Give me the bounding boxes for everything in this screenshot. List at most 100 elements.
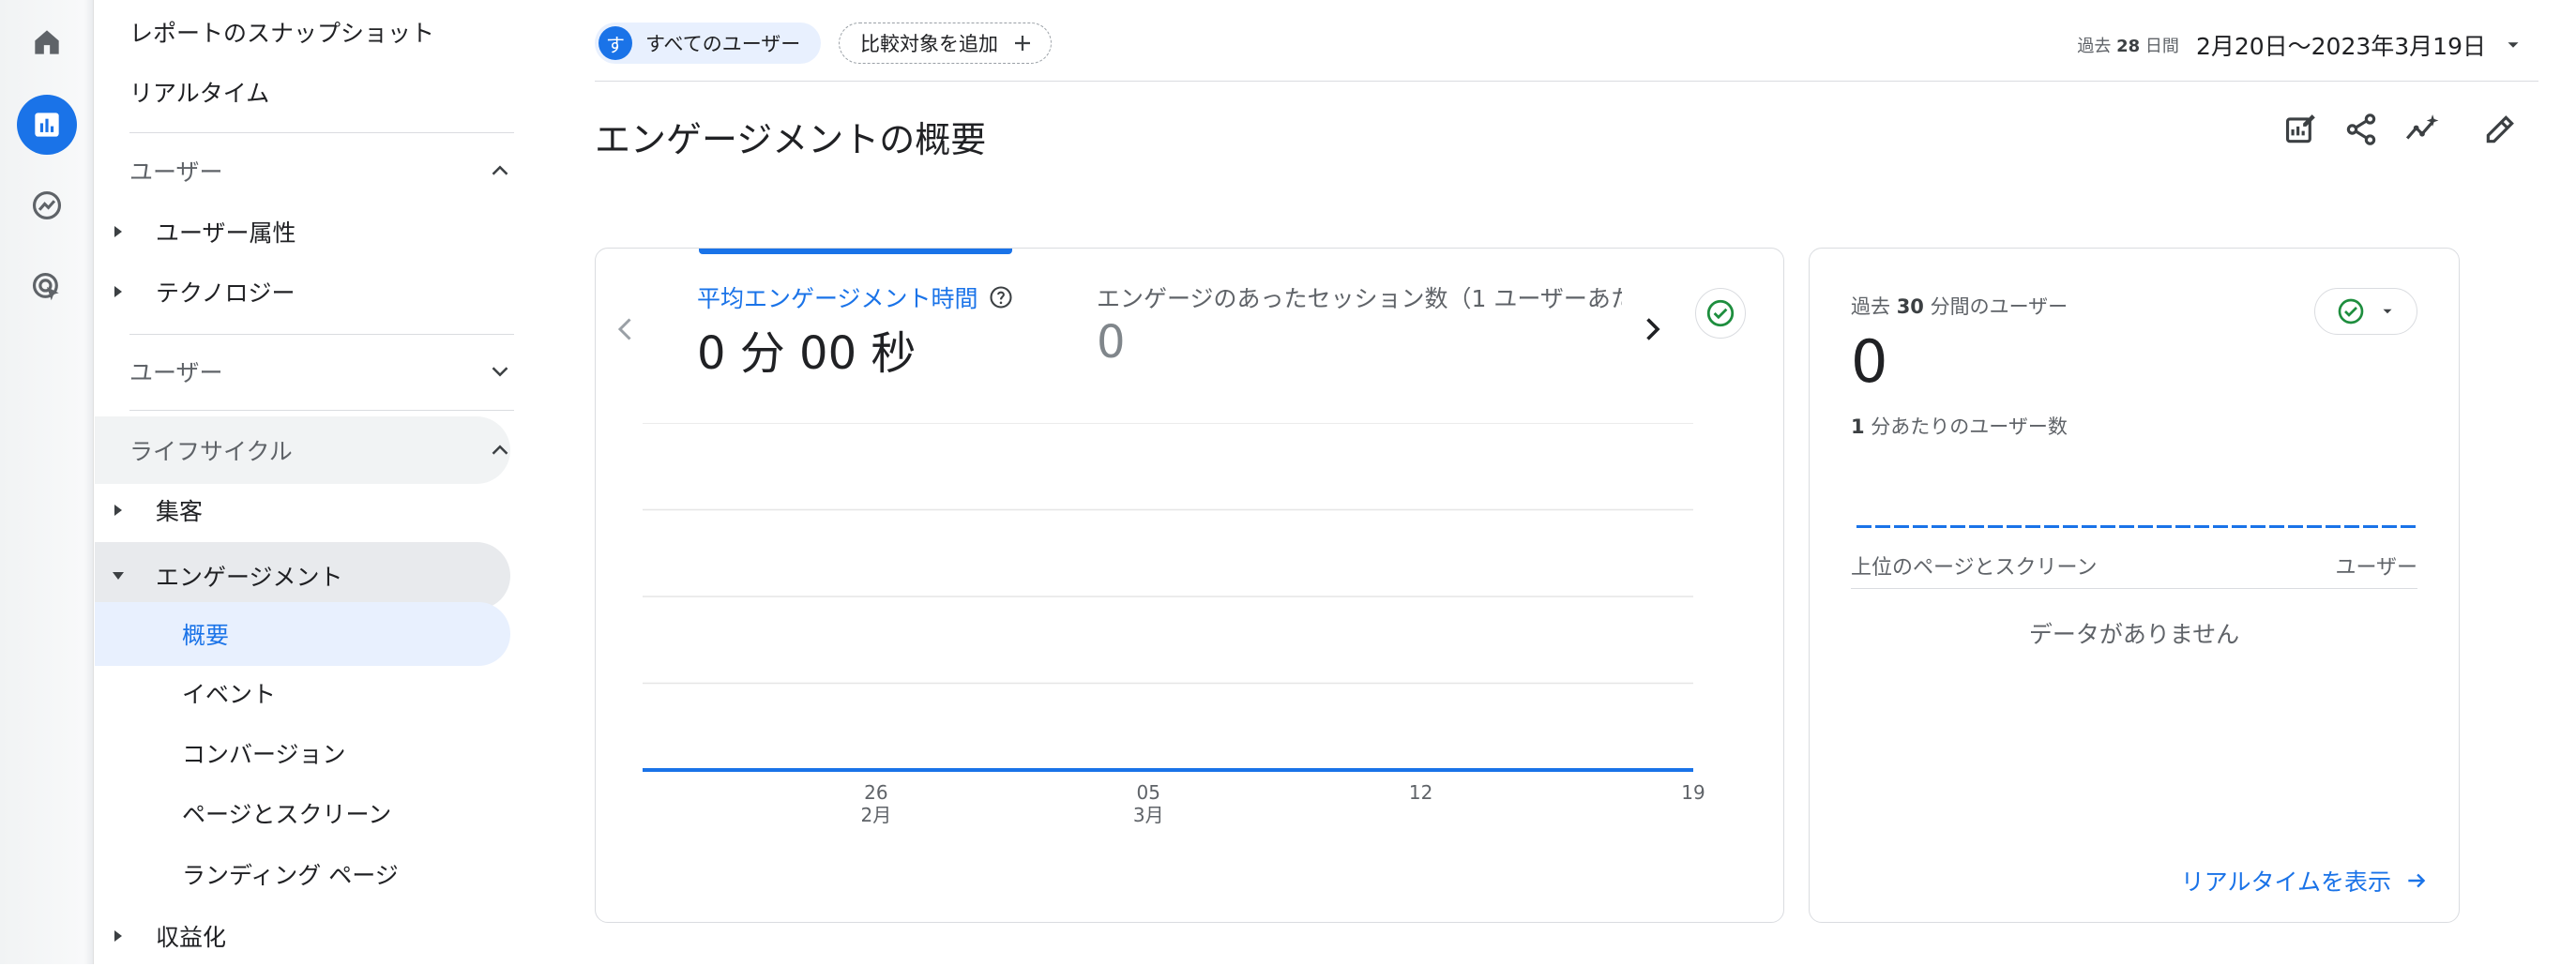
minute-bar xyxy=(1875,525,1890,528)
nav-monetization-label: 収益化 xyxy=(156,924,227,951)
nav-section-lifecycle[interactable]: ライフサイクル xyxy=(129,420,514,480)
nav-technology-label: テクノロジー xyxy=(156,279,295,307)
metric-avg-engagement-label: 平均エンゲージメント時間 xyxy=(697,285,978,312)
nav-section-user-2[interactable]: ユーザー xyxy=(129,341,514,401)
chevron-up-icon xyxy=(492,445,508,455)
x-tick: 05 3月 xyxy=(1132,781,1164,826)
nav-engagement-label: エンゲージメント xyxy=(156,564,343,591)
nav-pages-screens-label: ページとスクリーン xyxy=(182,801,392,828)
nav-realtime[interactable]: リアルタイム xyxy=(129,62,269,122)
chevron-down-icon xyxy=(492,367,508,377)
minute-bar xyxy=(2025,525,2040,528)
x-tick: 19 xyxy=(1681,781,1705,804)
nav-pages-screens[interactable]: ページとスクリーン xyxy=(182,783,391,843)
segment-chip[interactable]: す すべてのユーザー xyxy=(595,23,822,64)
minute-bar xyxy=(2382,525,2397,528)
chevron-right-icon[interactable] xyxy=(1635,312,1669,346)
chart-plot xyxy=(643,422,1693,772)
insights-icon[interactable] xyxy=(2402,109,2443,150)
edit-icon[interactable] xyxy=(2479,109,2521,150)
nav-engagement[interactable]: エンゲージメント xyxy=(113,546,343,606)
help-icon[interactable] xyxy=(988,284,1014,310)
dropdown-arrow-icon xyxy=(2383,309,2392,314)
nav-overview-bg xyxy=(95,602,510,666)
nav-overview[interactable]: 概要 xyxy=(182,604,229,664)
minute-bar xyxy=(1969,525,1984,528)
table-divider xyxy=(1851,588,2417,589)
divider xyxy=(129,410,514,411)
nav-user-attributes[interactable]: ユーザー属性 xyxy=(114,202,296,262)
minute-bar xyxy=(1856,525,1871,528)
chevron-up-icon xyxy=(492,165,508,175)
divider xyxy=(129,132,514,133)
metric-tab-avg-engagement[interactable]: 平均エンゲージメント時間 xyxy=(697,280,1014,314)
minute-bar xyxy=(1932,525,1947,528)
minute-bar xyxy=(2138,525,2153,528)
chevron-left-icon[interactable] xyxy=(609,312,643,346)
header-divider xyxy=(595,81,2538,82)
column-header-users: ユーザー xyxy=(2335,556,2417,580)
x-tick: 26 2月 xyxy=(860,781,892,826)
data-quality-badge[interactable] xyxy=(1695,288,1746,339)
realtime-status-menu[interactable] xyxy=(2314,288,2417,335)
nav-landing-page[interactable]: ランディング ページ xyxy=(182,844,399,904)
caret-right-icon xyxy=(114,286,122,297)
report-nav: レポートのスナップショット リアルタイム ユーザー ユーザー属性 テクノロジー … xyxy=(95,0,526,964)
view-realtime-link[interactable]: リアルタイムを表示 xyxy=(2181,864,2429,898)
caret-right-icon xyxy=(114,930,122,942)
nav-technology[interactable]: テクノロジー xyxy=(114,262,295,322)
minute-bar xyxy=(2100,525,2115,528)
realtime-per-minute-label: 1 分あたりのユーザー数 xyxy=(1851,415,2068,438)
caret-down-icon xyxy=(113,572,124,580)
metric-avg-engagement-value: 0 分 00 秒 xyxy=(697,327,917,380)
minute-bar xyxy=(2250,525,2265,528)
minute-bar xyxy=(2119,525,2134,528)
check-circle-icon xyxy=(2338,298,2364,325)
nav-conversions-label: コンバージョン xyxy=(182,741,346,768)
divider xyxy=(129,334,514,335)
nav-section-user[interactable]: ユーザー xyxy=(129,141,514,201)
no-data-message: データがありません xyxy=(2028,621,2240,648)
share-icon[interactable] xyxy=(2341,109,2382,150)
nav-realtime-label: リアルタイム xyxy=(129,80,270,107)
nav-section-lifecycle-label: ライフサイクル xyxy=(129,438,293,465)
metric-engaged-sessions-value: 0 xyxy=(1097,316,1126,369)
per-minute-bar-chart xyxy=(1856,525,2416,528)
nav-monetization[interactable]: 収益化 xyxy=(114,906,227,966)
add-comparison-button[interactable]: 比較対象を追加 xyxy=(839,23,1052,64)
minute-bar xyxy=(2063,525,2078,528)
nav-section-user-label: ユーザー xyxy=(129,158,223,186)
nav-events-label: イベント xyxy=(182,681,277,708)
icon-rail xyxy=(0,0,94,964)
minute-bar xyxy=(2157,525,2172,528)
date-range-prefix: 過去 28 日間 xyxy=(2077,37,2179,56)
nav-user-attributes-label: ユーザー属性 xyxy=(156,219,296,247)
segment-label: すべてのユーザー xyxy=(645,33,801,55)
page-title: エンゲージメントの概要 xyxy=(595,119,987,160)
nav-landing-page-label: ランディング ページ xyxy=(182,862,399,889)
advertising-icon[interactable] xyxy=(17,257,77,317)
minute-bar xyxy=(1894,525,1909,528)
minute-bar xyxy=(2232,525,2247,528)
nav-acquisition-label: 集客 xyxy=(156,498,204,525)
active-tab-indicator xyxy=(699,249,1012,254)
metric-tab-engaged-sessions[interactable]: エンゲージのあったセッション数（1 ユーザーあた xyxy=(1097,280,1622,314)
minute-bar xyxy=(2363,525,2378,528)
nav-acquisition[interactable]: 集客 xyxy=(114,480,204,540)
x-tick: 12 xyxy=(1408,781,1433,804)
home-icon[interactable] xyxy=(17,12,77,72)
minute-bar xyxy=(2269,525,2284,528)
nav-overview-label: 概要 xyxy=(182,622,230,649)
add-comparison-label: 比較対象を追加 xyxy=(860,33,998,55)
nav-events[interactable]: イベント xyxy=(182,663,276,723)
customize-report-icon[interactable] xyxy=(2280,109,2321,150)
nav-snapshot[interactable]: レポートのスナップショット xyxy=(129,2,434,62)
minute-bar xyxy=(2213,525,2228,528)
minute-bar xyxy=(2401,525,2416,528)
nav-conversions[interactable]: コンバージョン xyxy=(182,723,346,783)
explore-icon[interactable] xyxy=(17,175,77,235)
minute-bar xyxy=(2044,525,2059,528)
date-range-picker[interactable]: 過去 28 日間 2月20日〜2023年3月19日 xyxy=(2077,28,2523,62)
column-header-pages: 上位のページとスクリーン xyxy=(1851,556,2098,580)
reports-icon[interactable] xyxy=(17,95,77,155)
